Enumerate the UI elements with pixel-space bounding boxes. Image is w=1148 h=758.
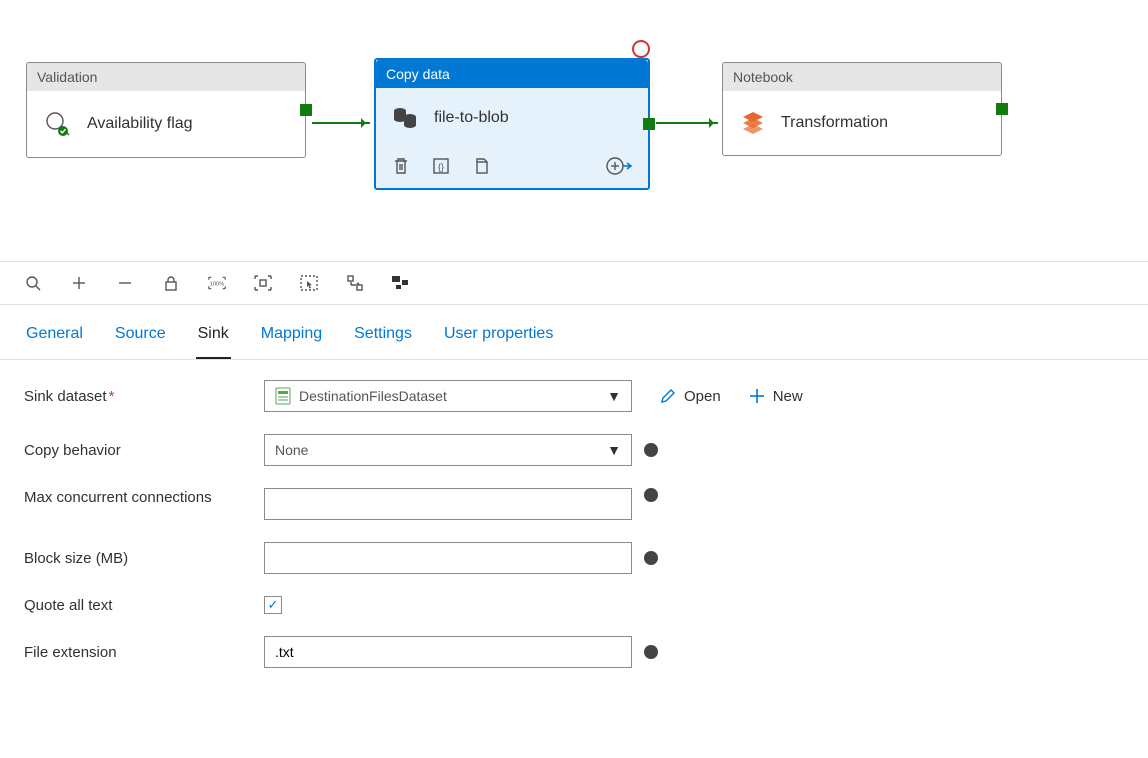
- status-indicator-icon: [632, 40, 650, 58]
- search-icon[interactable]: [24, 274, 42, 292]
- code-icon[interactable]: {}: [432, 157, 450, 175]
- file-extension-label: File extension: [24, 644, 264, 661]
- connector-arrow: [312, 122, 370, 124]
- svg-text:100%: 100%: [210, 281, 225, 287]
- fit-screen-icon[interactable]: [254, 274, 272, 292]
- node-header: Copy data: [376, 60, 648, 88]
- sink-dataset-label: Sink dataset*: [24, 388, 264, 405]
- max-connections-label: Max concurrent connections: [24, 488, 264, 508]
- dataset-icon: [275, 387, 291, 405]
- property-tabs: General Source Sink Mapping Settings Use…: [0, 305, 1148, 360]
- node-validation[interactable]: Validation Availability flag: [26, 62, 306, 158]
- remove-icon[interactable]: [116, 274, 134, 292]
- file-extension-input[interactable]: [264, 636, 632, 668]
- open-button[interactable]: Open: [660, 388, 721, 405]
- database-copy-icon: [392, 106, 420, 130]
- max-connections-input[interactable]: [264, 488, 632, 520]
- copy-behavior-select[interactable]: None ▼: [264, 434, 632, 466]
- magnifier-check-icon: [43, 109, 73, 139]
- chevron-down-icon: ▼: [607, 442, 621, 458]
- auto-arrange-icon[interactable]: [346, 274, 364, 292]
- tab-settings[interactable]: Settings: [352, 319, 414, 359]
- delete-icon[interactable]: [392, 157, 410, 175]
- output-port[interactable]: [300, 104, 312, 116]
- zoom-100-icon[interactable]: 100%: [208, 274, 226, 292]
- node-title: Availability flag: [87, 115, 193, 133]
- tab-mapping[interactable]: Mapping: [259, 319, 324, 359]
- sink-form: Sink dataset* DestinationFilesDataset ▼ …: [0, 360, 1148, 710]
- node-title: Transformation: [781, 114, 888, 132]
- block-size-input[interactable]: [264, 542, 632, 574]
- pipeline-canvas[interactable]: Validation Availability flag Copy data: [0, 0, 1148, 262]
- canvas-toolbar: 100%: [0, 262, 1148, 305]
- chevron-down-icon: ▼: [607, 388, 621, 404]
- output-port[interactable]: [996, 103, 1008, 115]
- tab-general[interactable]: General: [24, 319, 85, 359]
- connector-arrow: [656, 122, 718, 124]
- node-copy-data[interactable]: Copy data file-to-blob {}: [374, 58, 650, 190]
- copy-behavior-label: Copy behavior: [24, 442, 264, 459]
- block-size-label: Block size (MB): [24, 550, 264, 567]
- new-button[interactable]: New: [749, 388, 803, 405]
- svg-text:{}: {}: [438, 162, 444, 172]
- node-header: Validation: [27, 63, 305, 91]
- tab-source[interactable]: Source: [113, 319, 168, 359]
- info-icon[interactable]: [644, 443, 658, 457]
- quote-all-label: Quote all text: [24, 597, 264, 614]
- info-icon[interactable]: [644, 488, 658, 502]
- clone-icon[interactable]: [472, 157, 490, 175]
- node-header: Notebook: [723, 63, 1001, 91]
- tab-user-properties[interactable]: User properties: [442, 319, 555, 359]
- align-icon[interactable]: [392, 274, 410, 292]
- add-icon[interactable]: [70, 274, 88, 292]
- info-icon[interactable]: [644, 645, 658, 659]
- pencil-icon: [660, 388, 676, 404]
- plus-icon: [749, 388, 765, 404]
- lock-icon[interactable]: [162, 274, 180, 292]
- tab-sink[interactable]: Sink: [196, 319, 231, 359]
- output-port[interactable]: [643, 118, 655, 130]
- quote-all-checkbox[interactable]: ✓: [264, 596, 282, 614]
- databricks-icon: [739, 109, 767, 137]
- sink-dataset-select[interactable]: DestinationFilesDataset ▼: [264, 380, 632, 412]
- add-next-icon[interactable]: [606, 156, 632, 176]
- node-title: file-to-blob: [434, 109, 509, 127]
- select-icon[interactable]: [300, 274, 318, 292]
- node-notebook[interactable]: Notebook Transformation: [722, 62, 1002, 156]
- info-icon[interactable]: [644, 551, 658, 565]
